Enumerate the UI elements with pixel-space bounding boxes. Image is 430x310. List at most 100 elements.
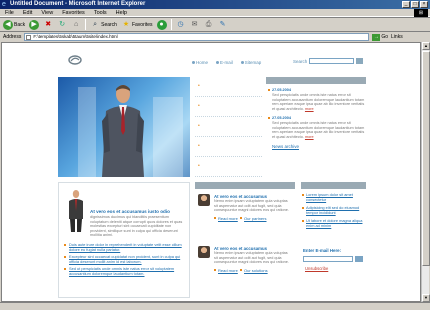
news-panel: 27.05.2004 Sed perspiciatis unde omnis i… — [266, 77, 366, 149]
edit-button[interactable]: ✎ — [218, 20, 228, 30]
menu-help[interactable]: Help — [116, 9, 127, 16]
status-bar — [0, 302, 430, 310]
menu-view[interactable]: View — [41, 9, 53, 16]
address-bar: Address F:\templates\5skab\5taum\5site\i… — [0, 32, 430, 42]
forward-button[interactable]: ▶ — [29, 19, 40, 30]
welcome-link[interactable]: Sed ut perspiciatis unde omnis iste natu… — [64, 267, 184, 276]
address-input[interactable]: F:\templates\5skab\5taum\5site\index.htm… — [24, 33, 370, 41]
refresh-button[interactable]: ↻ — [57, 20, 67, 30]
welcome-link[interactable]: Duis aute irure dolor in reprehenderit i… — [64, 242, 184, 252]
favorites-star-icon: ★ — [122, 20, 130, 28]
close-button[interactable]: × — [420, 1, 428, 8]
our-partners-link[interactable]: Our partners — [244, 216, 266, 221]
stop-button[interactable]: ✖ — [43, 20, 53, 30]
quick-link-item[interactable]: • — [195, 157, 262, 177]
page-icon — [26, 35, 32, 40]
nav-sitemap-label: Sitemap — [244, 60, 262, 65]
scroll-up-icon[interactable]: ▲ — [422, 42, 430, 50]
site-logo-icon — [68, 55, 82, 65]
hero-image — [58, 77, 190, 177]
menu-edit[interactable]: Edit — [23, 9, 32, 16]
bullet-icon: • — [198, 103, 200, 109]
testimonials-section: At vero eos et accusamus Nemo enim ipsam… — [195, 182, 295, 298]
back-label: Back — [14, 21, 26, 28]
history-button[interactable]: ◷ — [176, 20, 186, 30]
home-button[interactable]: ⌂ — [71, 20, 81, 30]
site-search-button[interactable] — [356, 58, 363, 64]
news-archive-link[interactable]: News archive — [272, 144, 366, 149]
favorites-label: Favorites — [131, 21, 153, 28]
sidebar-link[interactable]: Lorem ipsum dolor sit amet consectetur — [301, 192, 366, 202]
site-search-input[interactable] — [309, 58, 354, 64]
window-title: Untitled Document - Microsoft Internet E… — [10, 1, 146, 7]
testimonial-text: Nemo enim ipsam voluptatem quia voluptas… — [214, 251, 289, 265]
welcome-text: dignissimos ducimus qui blanditiis praes… — [90, 215, 183, 238]
welcome-title: At vero eos et accusamus iusto odio — [90, 209, 170, 214]
news-more-link[interactable]: more — [305, 135, 314, 139]
mail-button[interactable]: ✉ — [190, 20, 200, 30]
favorites-button[interactable]: ★ Favorites — [121, 20, 153, 30]
home-icon: ⌂ — [74, 20, 79, 28]
browser-viewport: Home E-mail Sitemap Search • • • • • 27.… — [1, 42, 421, 302]
media-icon: ● — [156, 19, 167, 30]
search-button[interactable]: ⌕ Search — [90, 20, 117, 30]
menu-bar: File Edit View Favorites Tools Help ⊞ — [0, 9, 430, 17]
scroll-down-icon[interactable]: ▼ — [422, 294, 430, 302]
bullet-icon — [214, 269, 216, 271]
history-icon: ◷ — [177, 20, 184, 28]
quick-link-item[interactable]: • — [195, 117, 262, 137]
nav-email-link[interactable]: E-mail — [216, 60, 233, 65]
read-more-link[interactable]: Read more — [218, 216, 238, 221]
toolbar-separator — [170, 19, 172, 30]
testimonials-header — [195, 182, 295, 189]
maximize-button[interactable]: □ — [411, 1, 419, 8]
testimonial-item: At vero eos et accusamus Nemo enim ipsam… — [195, 241, 295, 293]
print-icon: ⎙ — [205, 20, 212, 28]
links-button[interactable]: Links — [391, 34, 403, 40]
news-text: Sed perspiciatis unde omnis iste natus e… — [272, 120, 365, 140]
minimize-button[interactable]: _ — [402, 1, 410, 8]
menu-file[interactable]: File — [5, 9, 14, 16]
newsletter-label: Enter E-mail Here: — [303, 248, 342, 253]
go-arrow-icon: → — [372, 33, 381, 41]
sitemap-dot-icon — [240, 61, 244, 64]
businessman-photo — [102, 85, 144, 177]
quick-link-item[interactable]: • — [195, 97, 262, 117]
menu-tools[interactable]: Tools — [94, 9, 107, 16]
welcome-link[interactable]: Excepteur sint occaecat cupidatat non pr… — [64, 254, 184, 264]
nav-sitemap-link[interactable]: Sitemap — [240, 60, 262, 65]
person-photo — [69, 190, 83, 232]
newsletter-submit-button[interactable] — [355, 256, 363, 262]
building-shape — [78, 87, 96, 177]
quick-links: • • • • • — [195, 77, 262, 177]
sidebar-header — [301, 182, 366, 189]
address-label: Address — [3, 34, 22, 40]
title-bar: e Untitled Document - Microsoft Internet… — [0, 0, 430, 9]
back-button[interactable]: ◀ Back — [3, 19, 26, 30]
unsubscribe-link[interactable]: Unsubscribe — [305, 266, 328, 271]
building-shape — [153, 97, 183, 177]
our-solutions-link[interactable]: Our solutions — [244, 268, 268, 273]
avatar — [198, 194, 210, 206]
sidebar-link[interactable]: Adipisicing elit sed do eiusmod tempor i… — [301, 205, 366, 215]
stop-icon: ✖ — [45, 20, 52, 28]
ie-icon: e — [2, 1, 6, 8]
scroll-thumb[interactable] — [422, 51, 430, 266]
right-sidebar: Lorem ipsum dolor sit amet consectetur A… — [301, 182, 366, 298]
go-button[interactable]: → Go — [372, 33, 388, 41]
nav-email-label: E-mail — [220, 60, 233, 65]
sidebar-link[interactable]: Ut labore et dolore magna aliqua enim ad… — [301, 219, 366, 228]
nav-home-link[interactable]: Home — [192, 60, 208, 65]
quick-link-item[interactable]: • — [195, 77, 262, 97]
bullet-icon: • — [198, 143, 200, 149]
media-button[interactable]: ● — [156, 19, 167, 30]
news-more-link[interactable]: more — [305, 107, 314, 111]
read-more-link[interactable]: Read more — [218, 268, 238, 273]
menu-favorites[interactable]: Favorites — [62, 9, 85, 16]
quick-link-item[interactable]: • — [195, 137, 262, 157]
vertical-scrollbar[interactable]: ▲ ▼ — [421, 42, 430, 302]
news-text: Sed perspiciatis unde omnis iste natus e… — [272, 92, 365, 112]
refresh-icon: ↻ — [59, 20, 66, 28]
newsletter-email-input[interactable] — [303, 256, 353, 262]
print-button[interactable]: ⎙ — [204, 20, 214, 30]
